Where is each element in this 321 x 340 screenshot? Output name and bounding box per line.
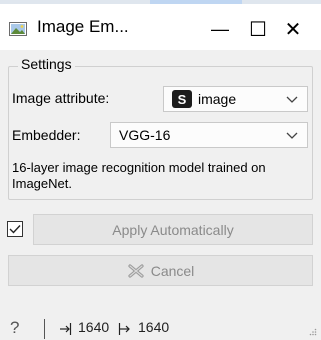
chevron-down-icon — [286, 132, 298, 139]
minimize-icon: — — [211, 18, 229, 39]
cancel-button[interactable]: Cancel — [8, 255, 313, 286]
embedder-select[interactable]: VGG-16 — [110, 122, 308, 148]
status-bar: ? 1640 1640 — [0, 310, 321, 340]
image-attribute-select[interactable]: S image — [163, 86, 308, 112]
image-attribute-label: Image attribute: — [12, 90, 110, 106]
title-bar: Image Em... — ☐ ✕ — [0, 4, 321, 50]
window-title: Image Em... — [37, 17, 129, 36]
image-attribute-value: image — [198, 91, 237, 107]
checkmark-icon — [9, 225, 21, 234]
resize-grip-icon[interactable] — [309, 328, 317, 336]
close-button[interactable]: ✕ — [268, 8, 318, 50]
status-separator — [44, 319, 45, 339]
output-count: 1640 — [138, 319, 170, 335]
apply-automatically-checkbox[interactable] — [7, 221, 23, 237]
cancel-x-icon — [128, 263, 144, 278]
close-icon: ✕ — [284, 18, 302, 41]
maximize-icon: ☐ — [249, 18, 267, 41]
input-arrow-icon — [60, 323, 72, 335]
output-arrow-icon — [118, 323, 130, 335]
apply-button-label: Apply Automatically — [112, 221, 234, 238]
cancel-button-label: Cancel — [150, 262, 195, 279]
chevron-down-icon — [286, 96, 298, 103]
embedder-label: Embedder: — [12, 127, 81, 143]
apply-button[interactable]: Apply Automatically — [33, 214, 313, 245]
help-icon[interactable]: ? — [10, 318, 19, 338]
string-type-icon: S — [172, 90, 192, 108]
image-app-icon — [9, 22, 27, 36]
input-count: 1640 — [78, 319, 110, 335]
embedder-description: 16-layer image recognition model trained… — [12, 160, 266, 191]
embedder-value: VGG-16 — [119, 127, 171, 143]
settings-group-label: Settings — [18, 56, 75, 72]
